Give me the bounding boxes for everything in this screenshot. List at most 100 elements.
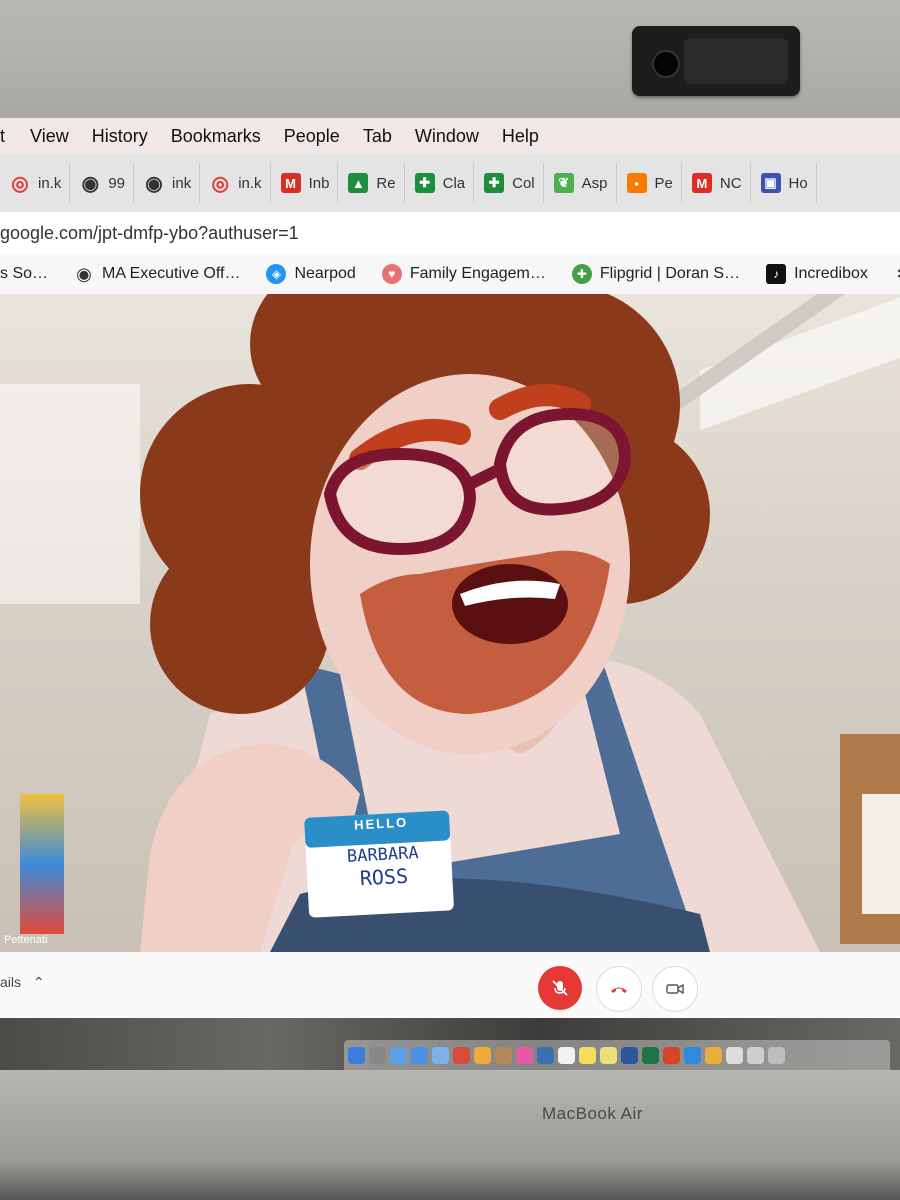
notes-icon[interactable]: [579, 1046, 596, 1064]
globe-icon: ◉: [145, 172, 163, 195]
bookmark-label: Incredibox: [794, 265, 868, 282]
participant-name: Pettenati: [4, 934, 48, 946]
bookmark-label: Family Engagem…: [409, 265, 546, 282]
safari-icon[interactable]: [390, 1046, 407, 1064]
calendar-icon[interactable]: [558, 1046, 575, 1064]
preview-icon[interactable]: [432, 1046, 449, 1064]
name-tag-text: HELLO BARBARA ROSS: [308, 806, 457, 892]
tab-label: Cla: [442, 174, 466, 192]
camera-button[interactable]: [652, 966, 698, 1012]
browser-tab[interactable]: ◉ ink: [134, 163, 201, 203]
menu-item-help[interactable]: Help: [502, 126, 539, 147]
browser-tab[interactable]: ◎ in.k: [0, 163, 71, 203]
menu-item-bookmarks[interactable]: Bookmarks: [171, 126, 261, 147]
browser-tab[interactable]: ◉ 99: [70, 163, 135, 203]
hangup-button[interactable]: [596, 966, 642, 1012]
browser-tab[interactable]: ❦ Asp: [544, 163, 617, 203]
powerpoint-icon[interactable]: [663, 1046, 680, 1064]
contacts-icon[interactable]: [495, 1046, 512, 1064]
excel-icon[interactable]: [642, 1046, 659, 1064]
music-icon: ♪: [766, 264, 787, 284]
menu-item-view[interactable]: View: [30, 126, 69, 147]
downloads-icon[interactable]: [747, 1046, 764, 1064]
browser-tab[interactable]: ▣ Ho: [751, 163, 817, 203]
flipgrid-icon: ✚: [571, 264, 592, 284]
finder-icon[interactable]: [348, 1046, 365, 1064]
dock: [344, 1040, 890, 1070]
tab-label: Re: [376, 174, 396, 192]
itunes-icon[interactable]: [516, 1046, 533, 1064]
bookmark-item[interactable]: ◈ Nearpod: [266, 264, 356, 284]
bookmark-label: Nearpod: [294, 265, 356, 282]
word-icon[interactable]: [621, 1046, 638, 1064]
appstore-icon[interactable]: [411, 1046, 428, 1064]
gmail-icon: M: [280, 173, 301, 193]
menu-item-window[interactable]: Window: [415, 126, 479, 147]
browser-tab[interactable]: ✚ Cla: [405, 163, 475, 203]
menu-item-tab[interactable]: Tab: [363, 126, 392, 147]
video-camera-icon: [666, 983, 684, 995]
webcam-lens: [652, 50, 680, 78]
mic-off-icon: [552, 980, 568, 996]
trash-icon[interactable]: [768, 1046, 785, 1064]
gmail-icon: M: [691, 173, 712, 193]
url-text[interactable]: google.com/jpt-dmfp-ybo?authuser=1: [0, 223, 299, 244]
person-icon: ▪: [626, 173, 647, 193]
mic-button[interactable]: [538, 966, 582, 1010]
globe-icon: ◉: [81, 172, 100, 195]
bookmark-item[interactable]: ✲Or: [894, 264, 900, 284]
webcam-cover: [632, 26, 800, 96]
bookmark-item[interactable]: s So…: [0, 265, 48, 283]
tab-label: ink: [172, 174, 192, 192]
bookmark-item[interactable]: ✚ Flipgrid | Doran S…: [571, 264, 741, 284]
bookmark-label: MA Executive Off…: [102, 265, 241, 282]
stickies-icon[interactable]: [600, 1046, 617, 1064]
documents-icon[interactable]: [726, 1046, 743, 1064]
mail-icon[interactable]: [453, 1046, 470, 1064]
browser-tab[interactable]: M Inb: [271, 163, 339, 203]
quicktime-icon[interactable]: [537, 1046, 554, 1064]
tab-bar: ◎ in.k ◉ 99 ◉ ink ◎ in.k M Inb ▲ Re ✚ Cla ✚ Col ❦ Asp ▪ Pe M…: [0, 154, 900, 212]
webcam-slider: [684, 38, 788, 84]
laptop-brand: MacBook Air: [542, 1104, 643, 1123]
launchpad-icon[interactable]: [369, 1046, 386, 1064]
drive-icon: ▲: [348, 173, 369, 193]
phone-hangup-icon: [611, 987, 627, 993]
classroom-icon: ✚: [484, 173, 505, 193]
browser-tab[interactable]: M NC: [682, 163, 751, 203]
menu-item-people[interactable]: People: [284, 126, 340, 147]
tab-label: Ho: [788, 174, 808, 192]
laptop-top-bezel: [0, 0, 900, 118]
bookmark-label: Flipgrid | Doran S…: [599, 265, 741, 282]
browser-tab[interactable]: ◎ in.k: [200, 163, 271, 203]
image-icon: ▣: [760, 173, 781, 193]
safari-icon[interactable]: [684, 1046, 701, 1064]
desktop-wallpaper: [0, 1018, 900, 1070]
tab-label: 99: [108, 174, 126, 192]
bookmark-item[interactable]: ♥ Family Engagem…: [381, 264, 546, 284]
browser-tab[interactable]: ✚ Col: [474, 163, 544, 203]
chrome-icon[interactable]: [705, 1046, 722, 1064]
menu-item-t[interactable]: t: [0, 126, 5, 147]
meeting-details-button[interactable]: ails ⌃: [0, 974, 45, 991]
bookmark-item[interactable]: ♪ Incredibox: [766, 264, 868, 284]
details-label: ails: [0, 974, 22, 990]
browser-tab[interactable]: ▲ Re: [338, 163, 405, 203]
video-feed: HELLO BARBARA ROSS Pettenati: [0, 294, 900, 952]
leaf-icon: ❦: [553, 173, 574, 193]
menu-item-history[interactable]: History: [92, 126, 148, 147]
menu-bar: t View History Bookmarks People Tab Window Help: [0, 118, 900, 154]
tab-label: in.k: [38, 174, 62, 192]
target-icon: ◎: [211, 172, 229, 195]
address-bar[interactable]: google.com/jpt-dmfp-ybo?authuser=1: [0, 212, 900, 255]
family-icon: ♥: [381, 264, 402, 284]
tab-label: Asp: [581, 174, 608, 192]
photos-icon[interactable]: [474, 1046, 491, 1064]
name-tag-hello: HELLO: [353, 814, 409, 833]
globe-icon: ◉: [76, 263, 92, 284]
laptop-bottom-bezel: MacBook Air: [0, 1070, 900, 1200]
bookmark-item[interactable]: ◉ MA Executive Off…: [74, 264, 240, 284]
browser-tab[interactable]: ▪ Pe: [617, 163, 682, 203]
bookmarks-bar: s So… ◉ MA Executive Off… ◈ Nearpod ♥ Family E…: [0, 254, 900, 295]
asterisk-icon: ✲: [894, 264, 900, 284]
